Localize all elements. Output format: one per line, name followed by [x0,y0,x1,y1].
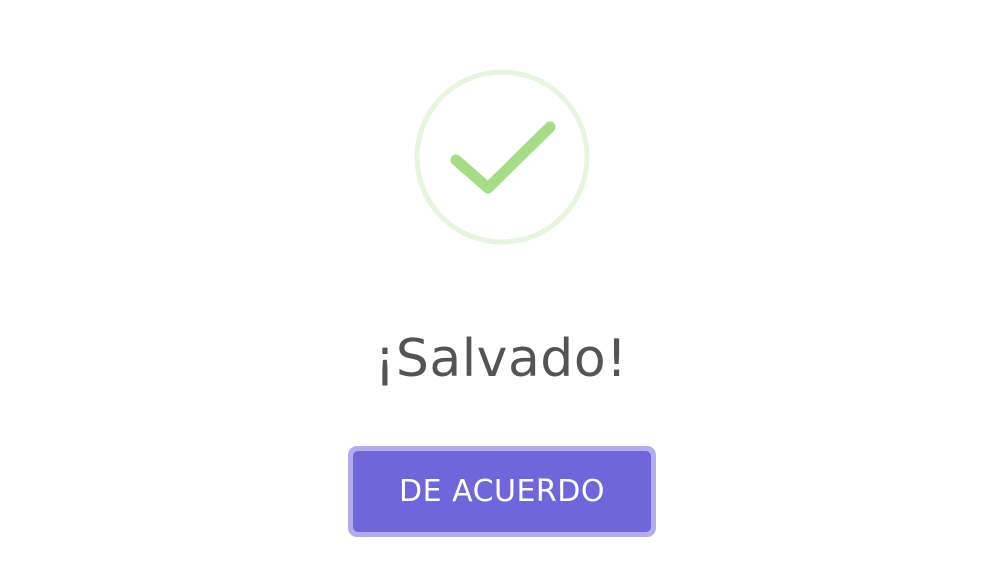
dialog-title: ¡Salvado! [374,329,628,389]
confirm-button-focus-ring: DE ACUERDO [348,446,656,537]
confirm-button[interactable]: DE ACUERDO [353,451,651,532]
success-dialog: ¡Salvado! DE ACUERDO [0,0,1002,576]
success-checkmark-icon [414,69,590,245]
success-ring [414,69,590,245]
checkmark-stroke [450,121,556,194]
